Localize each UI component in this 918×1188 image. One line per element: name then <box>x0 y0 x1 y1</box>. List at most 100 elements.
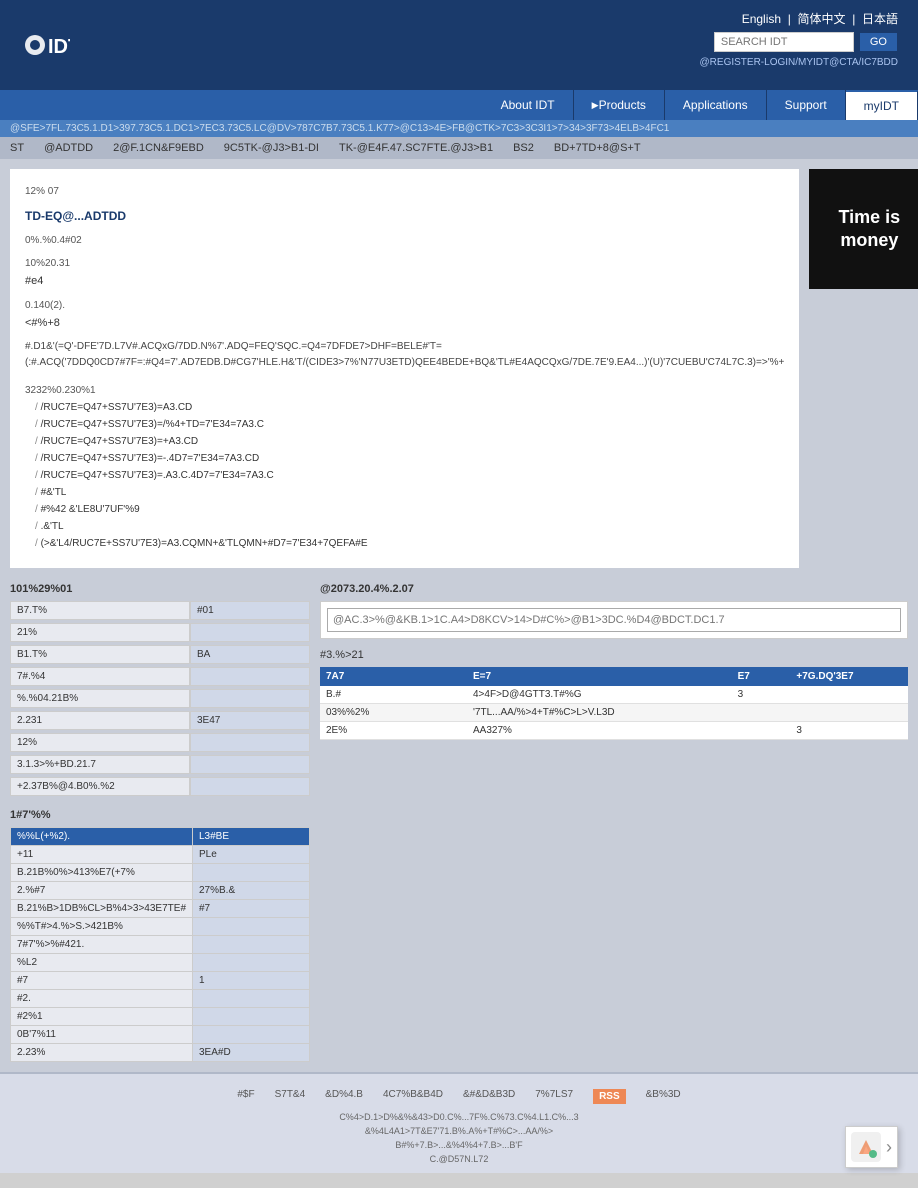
nav-support[interactable]: Support <box>767 90 846 120</box>
breadcrumb: @SFE>7FL.73C5.1.D1>397.73C5.1.DC1>7EC3.7… <box>0 120 918 137</box>
form-header-label: %%L(+%2). <box>11 828 193 846</box>
sub-nav-item7[interactable]: BD+7TD+8@S+T <box>554 142 641 154</box>
form-label-9: +2.37B%@4.B0%.%2 <box>10 777 190 796</box>
form-cell-value <box>193 864 310 882</box>
article-value2: <#%+8 <box>25 315 784 332</box>
footer-link-5[interactable]: &#&D&B3D <box>463 1089 515 1104</box>
form-label-2: 21% <box>10 623 190 642</box>
form-row: #7 1 <box>11 972 310 990</box>
article-section: 12% 07 TD-EQ@...ADTDD 0%.%0.4#02 10%20.3… <box>10 169 908 568</box>
form-cell-value: 27%B.& <box>193 882 310 900</box>
account-link[interactable]: @REGISTER-LOGIN/MYIDT@CTA/IC7BDD <box>700 57 898 68</box>
form-value-6: 3E47 <box>190 711 310 730</box>
page-footer: #$F S7T&4 &D%4.B 4C7%B&B4D &#&D&B3D 7%7L… <box>0 1072 918 1173</box>
footer-link-3[interactable]: &D%4.B <box>325 1089 363 1104</box>
footer-text-1: C%4>D.1>D%&%&43>D0.C%...7F%.C%73.C%4.L1.… <box>10 1112 908 1122</box>
form-row-5: %.%04.21B% <box>10 689 310 708</box>
form-cell-value <box>193 936 310 954</box>
form-cell-value: PLe <box>193 846 310 864</box>
rss-icon[interactable]: RSS <box>593 1089 626 1104</box>
form-value-7 <box>190 733 310 752</box>
form-cell-label: 7#7'%>%#421. <box>11 936 193 954</box>
language-selector[interactable]: English | 简体中文 | 日本語 <box>742 10 898 27</box>
nav-myidt[interactable]: myIDT <box>846 90 918 120</box>
nav-applications[interactable]: Applications <box>665 90 767 120</box>
form-table-header: %%L(+%2). L3#BE <box>11 828 310 846</box>
table-row: 2E% AA327% 3 <box>320 722 908 740</box>
form-cell-label: #2%1 <box>11 1008 193 1026</box>
lower-section: 101%29%01 B7.T% #01 21% B1.T% BA 7#.%4 <box>10 583 908 799</box>
form-cell-label: B.21B%0%>413%E7(+7% <box>11 864 193 882</box>
form-label-6: 2.231 <box>10 711 190 730</box>
footer-link-7[interactable]: &B%3D <box>646 1089 681 1104</box>
logo-icon: IDT <box>20 20 70 70</box>
form-value-2 <box>190 623 310 642</box>
cell-3-3 <box>732 722 791 740</box>
sub-nav-item6[interactable]: BS2 <box>513 142 534 154</box>
col-header-4: +7G.DQ'3E7 <box>790 667 908 686</box>
corner-arrow-icon[interactable]: › <box>886 1137 892 1158</box>
footer-link-4[interactable]: 4C7%B&B4D <box>383 1089 443 1104</box>
sub-nav-adtdd[interactable]: @ADTDD <box>44 142 93 154</box>
list-item: #%42 &'LE8U'7UF'%9 <box>35 502 784 517</box>
form-label-8: 3.1.3>%+BD.21.7 <box>10 755 190 774</box>
form-row-9: +2.37B%@4.B0%.%2 <box>10 777 310 796</box>
sub-nav-item3[interactable]: 2@F.1CN&F9EBD <box>113 142 204 154</box>
ad-image[interactable]: Time is money <box>809 169 918 289</box>
article-value1: #e4 <box>25 273 784 290</box>
form-value-9 <box>190 777 310 796</box>
list-item: /RUC7E=Q47+SS7U'7E3)=A3.CD <box>35 400 784 415</box>
col-header-3: E7 <box>732 667 791 686</box>
lang-english[interactable]: English <box>742 12 781 26</box>
go-button[interactable]: GO <box>859 32 898 52</box>
cell-2-3 <box>732 704 791 722</box>
article-label1: 10%20.31 <box>25 256 784 271</box>
footer-link-1[interactable]: #$F <box>237 1089 254 1104</box>
form-row: B.21B%0%>413%E7(+7% <box>11 864 310 882</box>
form-row: #2%1 <box>11 1008 310 1026</box>
form-value-8 <box>190 755 310 774</box>
form-cell-label: %L2 <box>11 954 193 972</box>
cell-1-1: B.# <box>320 686 467 704</box>
list-item: .&'TL <box>35 519 784 534</box>
col-header-2: E=7 <box>467 667 732 686</box>
form-row-6: 2.231 3E47 <box>10 711 310 730</box>
nav-products[interactable]: Products <box>574 90 665 120</box>
main-nav: About IDT Products Applications Support … <box>0 90 918 120</box>
footer-links: #$F S7T&4 &D%4.B 4C7%B&B4D &#&D&B3D 7%7L… <box>10 1089 908 1104</box>
corner-logo-icon <box>851 1132 881 1162</box>
form-value-1: #01 <box>190 601 310 620</box>
cell-2-4 <box>790 704 908 722</box>
form-row: B.21%B>1DB%CL>B%4>3>43E7TE# #7 <box>11 900 310 918</box>
form-row: 2.%#7 27%B.& <box>11 882 310 900</box>
lang-chinese[interactable]: 简体中文 <box>798 12 846 26</box>
main-content: 12% 07 TD-EQ@...ADTDD 0%.%0.4#02 10%20.3… <box>0 159 918 1072</box>
nav-about[interactable]: About IDT <box>483 90 574 120</box>
sub-nav-st[interactable]: ST <box>10 142 24 154</box>
list-item: /RUC7E=Q47+SS7U'7E3)=-.4D7=7'E34=7A3.CD <box>35 451 784 466</box>
form-cell-value <box>193 918 310 936</box>
lang-japanese[interactable]: 日本語 <box>862 12 898 26</box>
footer-link-6[interactable]: 7%7LS7 <box>535 1089 573 1104</box>
form-row: 2.23% 3EA#D <box>11 1044 310 1062</box>
search-input[interactable] <box>714 32 854 52</box>
form-cell-label: 2.23% <box>11 1044 193 1062</box>
list-item: /RUC7E=Q47+SS7U'7E3)=.A3.C.4D7=7'E34=7A3… <box>35 468 784 483</box>
table-row: B.# 4>4F>D@4GTT3.T#%G 3 <box>320 686 908 704</box>
form-cell-value <box>193 1026 310 1044</box>
footer-link-2[interactable]: S7T&4 <box>275 1089 306 1104</box>
form-cell-label: 0B'7%11 <box>11 1026 193 1044</box>
cell-1-4 <box>790 686 908 704</box>
form-row: %L2 <box>11 954 310 972</box>
list-item: (>&'L4/RUC7E+SS7U'7E3)=A3.CQMN+&'TLQMN+#… <box>35 536 784 551</box>
logo[interactable]: IDT <box>20 20 80 70</box>
sub-nav-item5[interactable]: TK-@E4F.47.SC7FTE.@J3>B1 <box>339 142 493 154</box>
form-label-4: 7#.%4 <box>10 667 190 686</box>
cell-3-4: 3 <box>790 722 908 740</box>
form-value-3: BA <box>190 645 310 664</box>
list-item: #&'TL <box>35 485 784 500</box>
main-search-input[interactable] <box>327 608 901 632</box>
sub-nav-item4[interactable]: 9C5TK-@J3>B1-DI <box>224 142 319 154</box>
form-label-5: %.%04.21B% <box>10 689 190 708</box>
corner-widget: › <box>845 1126 898 1168</box>
